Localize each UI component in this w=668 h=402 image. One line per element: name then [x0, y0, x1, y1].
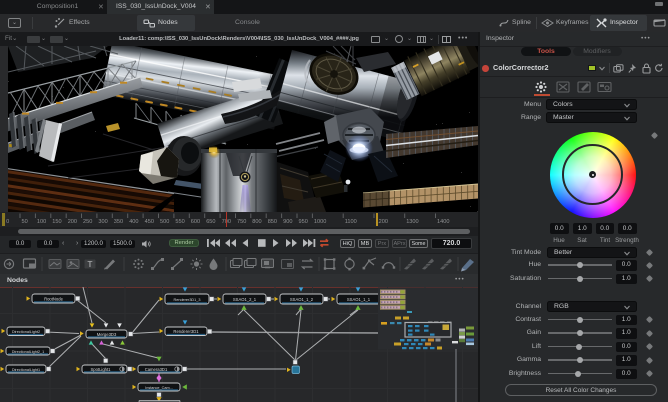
svg-text:500: 500	[160, 219, 169, 225]
svg-text:900: 900	[283, 219, 292, 225]
svg-text:50: 50	[22, 219, 28, 225]
svg-text:SpotLight1: SpotLight1	[90, 367, 111, 372]
svg-text:400: 400	[129, 219, 138, 225]
svg-text:100: 100	[37, 219, 46, 225]
svg-text:300: 300	[98, 219, 107, 225]
svg-text:150: 150	[52, 219, 61, 225]
svg-text:600: 600	[191, 219, 200, 225]
svg-text:1400: 1400	[437, 219, 449, 225]
svg-text:1000: 1000	[314, 219, 326, 225]
svg-text:DirectionalLight1: DirectionalLight1	[12, 368, 40, 372]
svg-text:850: 850	[268, 219, 277, 225]
svg-text:DirectionalLight2_1: DirectionalLight2_1	[12, 350, 45, 354]
svg-text:SSAO1_1_2: SSAO1_1_2	[290, 297, 314, 302]
svg-text:0: 0	[6, 219, 9, 225]
svg-text:1300: 1300	[406, 219, 418, 225]
svg-text:800: 800	[252, 219, 261, 225]
svg-text:1100: 1100	[345, 219, 357, 225]
svg-text:750: 750	[237, 219, 246, 225]
svg-text:RootNode: RootNode	[44, 296, 64, 301]
svg-text:450: 450	[145, 219, 154, 225]
svg-text:SSAO1_1_1: SSAO1_1_1	[347, 297, 371, 302]
svg-text:350: 350	[114, 219, 123, 225]
svg-text:650: 650	[206, 219, 215, 225]
svg-text:950: 950	[299, 219, 308, 225]
svg-text:DirectionalLight2: DirectionalLight2	[12, 330, 40, 334]
svg-text:Instance_Cam...: Instance_Cam...	[145, 386, 173, 390]
svg-text:T: T	[88, 260, 93, 269]
svg-text:Renderer3D1_3: Renderer3D1_3	[173, 298, 200, 302]
svg-text:250: 250	[83, 219, 92, 225]
svg-text:SSAO1_2_1: SSAO1_2_1	[233, 297, 257, 302]
svg-text:Renderer3D1: Renderer3D1	[173, 329, 199, 334]
svg-text:Merge3D3: Merge3D3	[97, 332, 117, 337]
svg-text:200: 200	[68, 219, 77, 225]
svg-text:550: 550	[175, 219, 184, 225]
svg-text:Camera3D1: Camera3D1	[145, 367, 168, 372]
